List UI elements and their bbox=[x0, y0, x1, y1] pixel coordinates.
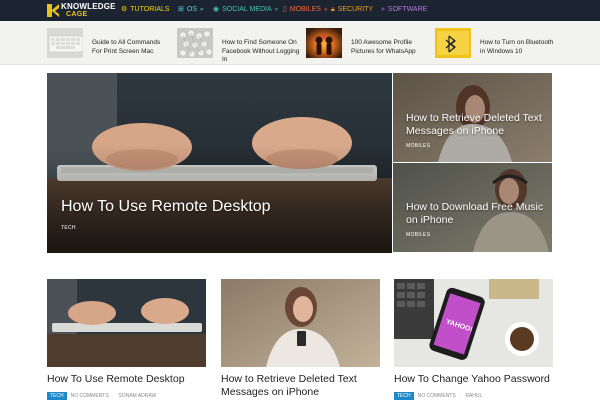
chevron-right-icon: » bbox=[274, 6, 278, 13]
card-title[interactable]: How To Use Remote Desktop bbox=[47, 373, 206, 386]
nav-software[interactable]: » SOFTWARE bbox=[381, 6, 427, 13]
nav-social-media[interactable]: ◉ SOCIAL MEDIA » bbox=[213, 6, 278, 13]
author-name[interactable]: SONAM ADRAW bbox=[118, 393, 156, 399]
trending-title[interactable]: How to Find Someone On Facebook Without … bbox=[222, 39, 300, 65]
hero-main-title[interactable]: How To Use Remote Desktop bbox=[61, 198, 271, 216]
logo-text-secondary: CAGE bbox=[66, 11, 88, 18]
bluetooth-thumbnail[interactable] bbox=[435, 28, 471, 58]
hero-side-category[interactable]: MOBILES bbox=[406, 143, 430, 149]
trending-strip: Guide to All Commands For Print Screen M… bbox=[0, 21, 600, 65]
phone-icon: ▯ bbox=[283, 6, 287, 13]
profile-picture-thumbnail[interactable] bbox=[306, 28, 342, 58]
chevron-right-icon: » bbox=[200, 6, 204, 13]
card-meta: TECH NO COMMENTS · SONAM ADRAW bbox=[47, 392, 156, 400]
hero-image bbox=[47, 73, 392, 253]
globe-icon: ◉ bbox=[213, 6, 220, 13]
author-name[interactable]: RAHUL bbox=[465, 393, 482, 399]
nav-mobiles[interactable]: ▯ MOBILES » bbox=[283, 6, 327, 13]
meta-separator: · bbox=[459, 393, 462, 399]
nav-mobiles-label: MOBILES bbox=[289, 6, 321, 13]
nav-security-label: SECURITY bbox=[337, 6, 374, 13]
code-icon: » bbox=[381, 6, 385, 13]
hero-side-article[interactable]: How to Download Free Music on iPhone MOB… bbox=[393, 163, 552, 252]
chevron-right-icon: » bbox=[323, 6, 328, 13]
hero-side-title[interactable]: How to Retrieve Deleted Text Messages on… bbox=[406, 112, 546, 138]
trending-title[interactable]: 100 Awesome Profile Pictures for WhatsAp… bbox=[351, 39, 429, 56]
gear-icon: ⚙ bbox=[121, 6, 128, 13]
card-image[interactable] bbox=[47, 279, 206, 367]
nav-os[interactable]: ⊞ OS » bbox=[178, 6, 203, 13]
facebook-thumbnail[interactable] bbox=[177, 28, 213, 58]
category-tag[interactable]: TECH bbox=[47, 392, 67, 400]
nav-tutorials-label: TUTORIALS bbox=[130, 6, 170, 13]
trending-title[interactable]: How to Turn on Bluetooth in Windows 10 bbox=[480, 39, 558, 56]
category-tag[interactable]: TECH bbox=[394, 392, 414, 400]
hero-main-category[interactable]: TECH bbox=[61, 225, 76, 231]
nav-software-label: SOFTWARE bbox=[387, 6, 428, 13]
trending-title[interactable]: Guide to All Commands For Print Screen M… bbox=[92, 39, 170, 56]
comments-count[interactable]: NO COMMENTS bbox=[71, 393, 109, 399]
meta-separator: · bbox=[112, 393, 115, 399]
logo-text-primary: KNOWLEDGE bbox=[61, 2, 116, 11]
hero-side-title[interactable]: How to Download Free Music on iPhone bbox=[406, 201, 546, 227]
site-logo[interactable]: KNOWLEDGE CAGE bbox=[46, 1, 115, 20]
hero-side-article[interactable]: How to Retrieve Deleted Text Messages on… bbox=[393, 73, 552, 162]
card-meta: TECH NO COMMENTS · RAHUL bbox=[394, 392, 482, 400]
card-title[interactable]: How to Retrieve Deleted Text Messages on… bbox=[221, 373, 380, 399]
hero-featured-article[interactable]: How To Use Remote Desktop TECH bbox=[47, 73, 392, 253]
windows-icon: ⊞ bbox=[178, 6, 184, 13]
keyboard-thumbnail[interactable] bbox=[47, 28, 83, 58]
nav-social-label: SOCIAL MEDIA bbox=[222, 6, 272, 13]
card-image[interactable] bbox=[221, 279, 380, 367]
card-title[interactable]: How To Change Yahoo Password bbox=[394, 373, 553, 386]
top-navbar: KNOWLEDGE CAGE ⚙ TUTORIALS ⊞ OS » ◉ SOCI… bbox=[0, 0, 600, 21]
lock-icon: 🔒︎ bbox=[331, 6, 335, 13]
nav-tutorials[interactable]: ⚙ TUTORIALS bbox=[121, 6, 169, 13]
logo-mark-icon bbox=[47, 4, 59, 17]
nav-os-label: OS bbox=[186, 6, 197, 13]
hero-side-category[interactable]: MOBILES bbox=[406, 232, 430, 238]
card-image[interactable]: YAHOO! bbox=[394, 279, 553, 367]
comments-count[interactable]: NO COMMENTS bbox=[418, 393, 456, 399]
nav-security[interactable]: 🔒︎ SECURITY bbox=[331, 6, 373, 13]
